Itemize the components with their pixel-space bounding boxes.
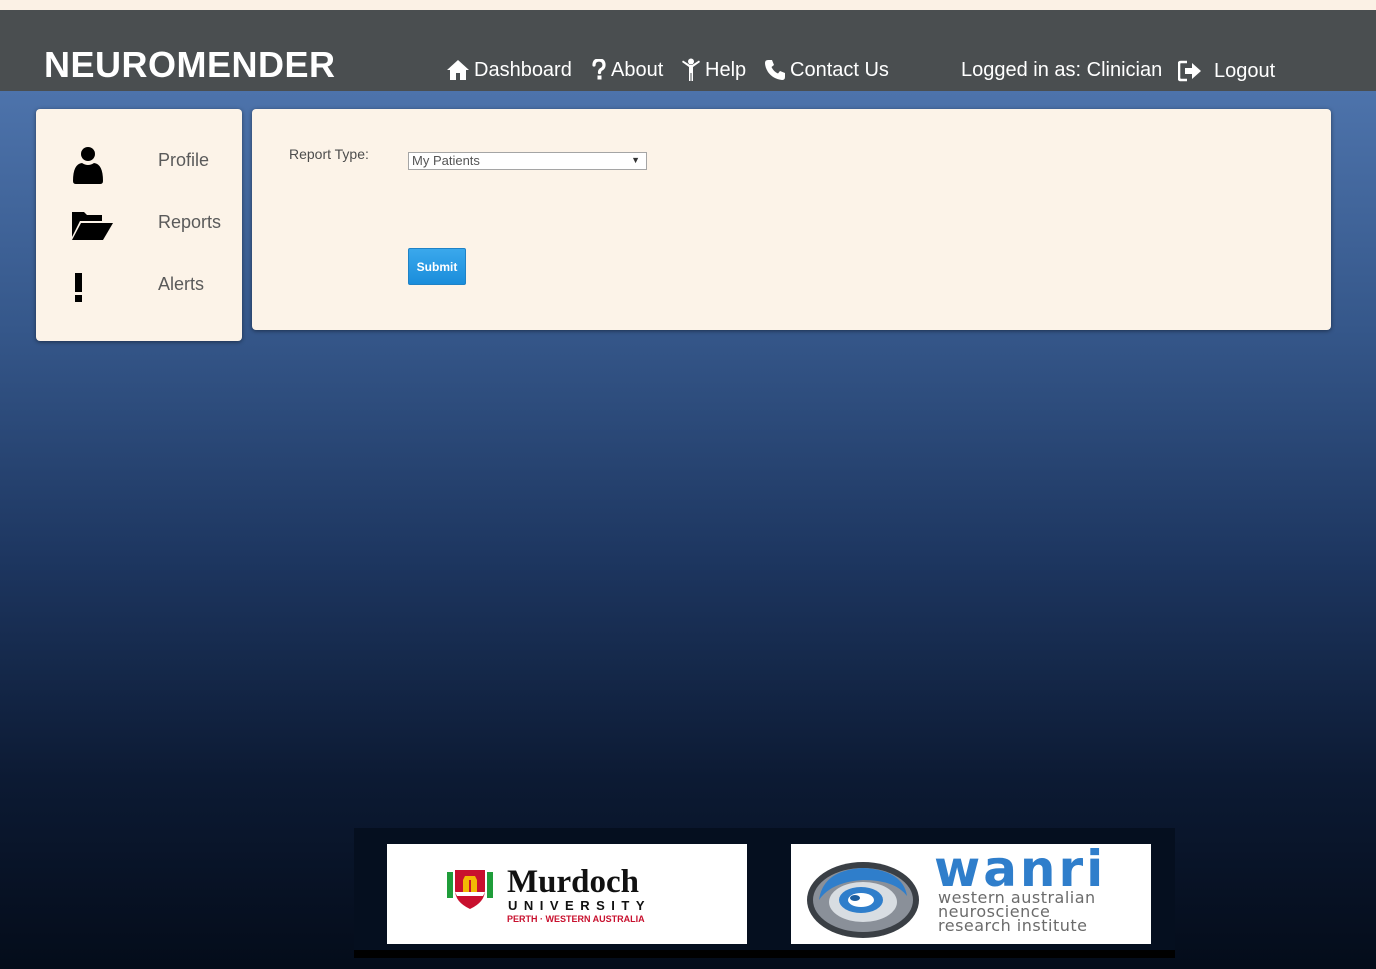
logout-icon (1178, 60, 1206, 82)
logged-in-status: Logged in as: Clinician (961, 59, 1163, 81)
nav-help-label: Help (705, 58, 747, 81)
top-strip (0, 0, 1376, 10)
question-icon (591, 59, 611, 81)
sidebar-item-label: Profile (158, 150, 210, 170)
murdoch-location: PERTH · WESTERN AUSTRALIA (507, 914, 645, 924)
report-type-select[interactable]: My Patients ▼ (408, 152, 647, 170)
sidebar-item-reports[interactable]: Reports (72, 205, 232, 249)
phone-icon (764, 59, 790, 81)
nav-contact-label: Contact Us (790, 58, 889, 81)
murdoch-subtitle: UNIVERSITY (508, 898, 652, 913)
wanri-swirl-icon (805, 856, 923, 945)
header-bar: NEUROMENDER Dashboard About Help Contact… (0, 10, 1376, 91)
nav-logout-label: Logout (1214, 59, 1276, 82)
nav-about-label: About (611, 58, 664, 81)
footer: Murdoch UNIVERSITY PERTH · WESTERN AUSTR… (354, 828, 1175, 958)
sidebar-item-alerts[interactable]: Alerts (72, 267, 232, 311)
murdoch-name: Murdoch (507, 864, 639, 900)
submit-button[interactable]: Submit (408, 248, 466, 285)
report-panel: Report Type: My Patients ▼ Submit (252, 109, 1331, 330)
report-type-value: My Patients (412, 153, 480, 168)
nav-about[interactable]: About (591, 57, 663, 83)
murdoch-logo: Murdoch UNIVERSITY PERTH · WESTERN AUSTR… (387, 844, 747, 944)
wanri-line-3: research institute (938, 916, 1088, 935)
person-help-icon (681, 58, 705, 82)
folder-open-icon (72, 205, 116, 249)
nav-logout[interactable]: Logout (1178, 58, 1275, 84)
dropdown-arrow-icon: ▼ (631, 155, 640, 165)
wanri-logo: wanri western australian neuroscience re… (791, 840, 1151, 945)
app-title: NEUROMENDER (44, 44, 336, 85)
sidebar-item-label: Alerts (158, 274, 205, 294)
nav-dashboard[interactable]: Dashboard (446, 57, 572, 83)
nav-help[interactable]: Help (681, 57, 746, 83)
home-icon (446, 59, 474, 81)
nav-contact[interactable]: Contact Us (764, 57, 889, 83)
exclamation-icon (72, 267, 116, 311)
nav-dashboard-label: Dashboard (474, 58, 572, 81)
sidebar: Profile Reports Alerts (36, 109, 242, 341)
user-icon (72, 143, 116, 187)
murdoch-crest-icon (447, 868, 493, 915)
sidebar-item-label: Reports (158, 212, 222, 232)
sidebar-item-profile[interactable]: Profile (72, 143, 232, 187)
report-type-label: Report Type: (289, 146, 369, 162)
